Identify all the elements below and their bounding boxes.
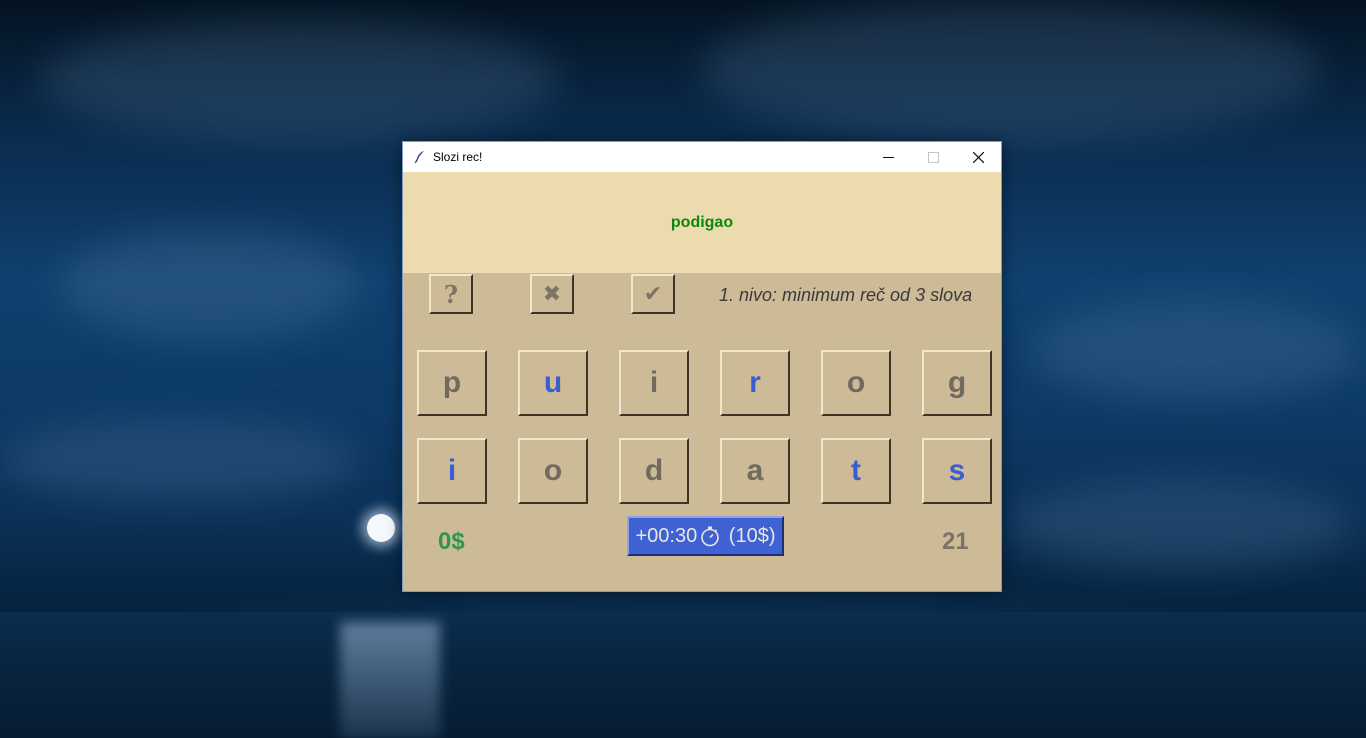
letter-tile[interactable]: o [821, 350, 891, 416]
maximize-button[interactable] [911, 142, 956, 172]
remaining-counter: 21 [942, 528, 969, 555]
letter-tile[interactable]: i [417, 438, 487, 504]
window-controls [866, 142, 1001, 172]
minimize-icon [883, 156, 894, 158]
window-title: Slozi rec! [433, 150, 483, 164]
check-icon: ✔ [643, 281, 663, 307]
moon [367, 514, 395, 542]
letter-tile[interactable]: t [821, 438, 891, 504]
letter-tile[interactable]: s [922, 438, 992, 504]
feather-icon [413, 150, 427, 164]
time-bonus-label: +00:30 [635, 524, 698, 547]
letter-grid: p u i r o g i o d a t s [403, 333, 1001, 513]
toolbar: ? ✖ ✔ 1. nivo: minimum reč od 3 slova [403, 273, 1001, 333]
desktop-background: Slozi rec! podigao ? ✖ ✔ 1. nivo: minimu… [0, 0, 1366, 738]
letter-tile[interactable]: d [619, 438, 689, 504]
title-bar[interactable]: Slozi rec! [403, 142, 1001, 172]
game-window: Slozi rec! podigao ? ✖ ✔ 1. nivo: minimu… [402, 141, 1002, 592]
letter-tile[interactable]: u [518, 350, 588, 416]
letter-tile[interactable]: i [619, 350, 689, 416]
buy-time-button[interactable]: +00:30 (10$) [627, 516, 784, 556]
letter-tile[interactable]: r [720, 350, 790, 416]
sky-cloud [60, 230, 360, 340]
clear-button[interactable]: ✖ [530, 274, 574, 314]
money-display: 0$ [438, 528, 465, 555]
sky-cloud [1030, 300, 1360, 400]
confirm-button[interactable]: ✔ [631, 274, 675, 314]
sky-cloud [700, 0, 1320, 140]
maximize-icon [928, 151, 939, 163]
time-bonus-cost: (10$) [723, 524, 776, 547]
current-word: podigao [670, 213, 734, 231]
moon-reflection [340, 622, 440, 738]
cross-icon: ✖ [542, 281, 562, 307]
sky-cloud [0, 420, 360, 500]
hint-button[interactable]: ? [429, 274, 473, 314]
question-icon: ? [443, 279, 459, 309]
word-display-area: podigao [403, 172, 1001, 273]
stopwatch-icon [699, 525, 721, 547]
level-description: 1. nivo: minimum reč od 3 slova [719, 285, 973, 305]
sea [0, 612, 1366, 738]
status-bar: 0$ +00:30 (10$) 21 [403, 513, 1001, 573]
sky-cloud [40, 20, 560, 140]
close-button[interactable] [956, 142, 1001, 172]
minimize-button[interactable] [866, 142, 911, 172]
letter-tile[interactable]: g [922, 350, 992, 416]
sky-cloud [1010, 480, 1350, 570]
letter-tile[interactable]: p [417, 350, 487, 416]
letter-tile[interactable]: a [720, 438, 790, 504]
close-icon [973, 151, 984, 163]
letter-tile[interactable]: o [518, 438, 588, 504]
